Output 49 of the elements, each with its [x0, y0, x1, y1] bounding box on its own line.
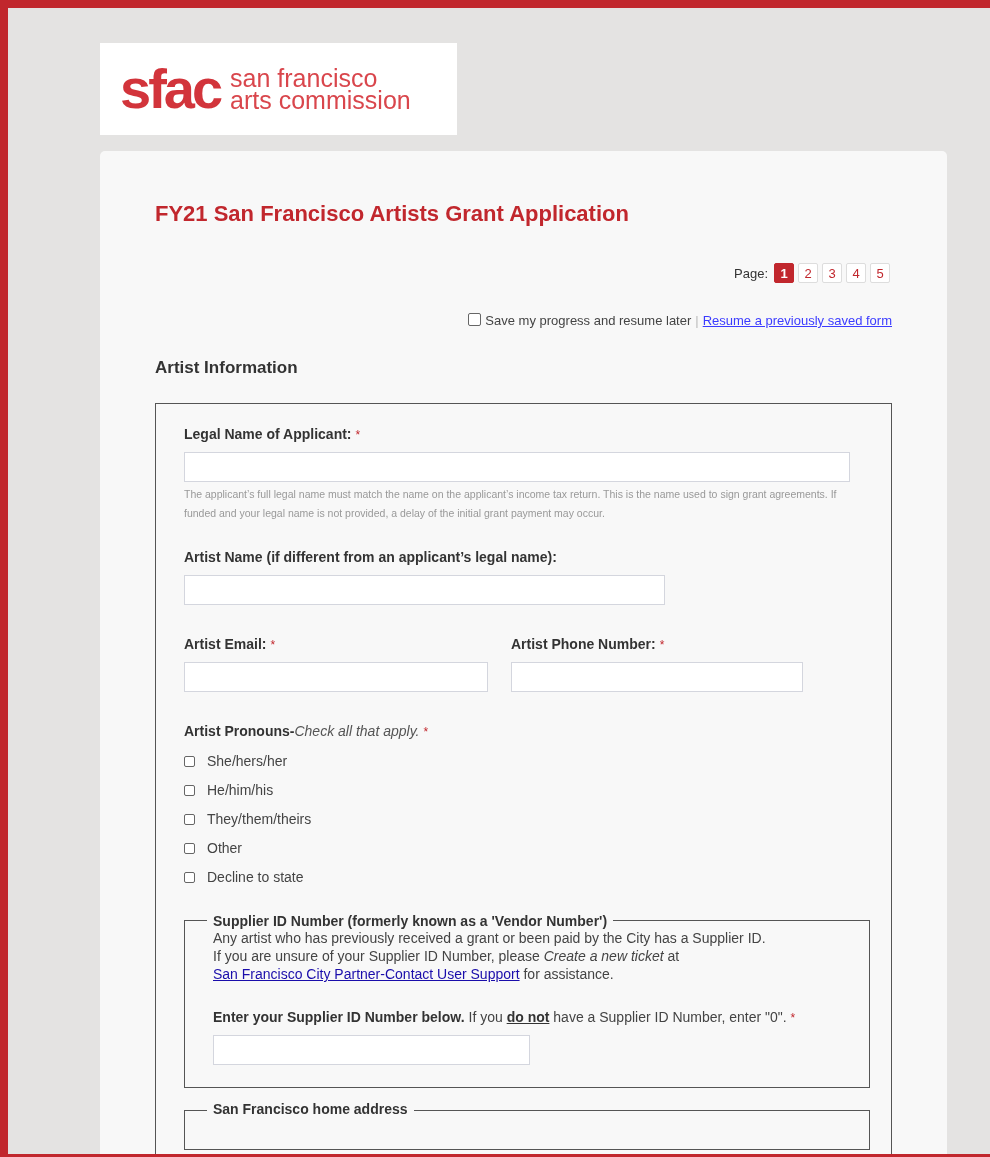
required-mark: * — [790, 1011, 796, 1025]
option-label: Decline to state — [207, 869, 304, 885]
input-field[interactable] — [184, 662, 488, 692]
option-label: She/hers/her — [207, 753, 288, 769]
option-label: He/him/his — [207, 782, 274, 798]
page-link[interactable]: 5 — [870, 263, 890, 283]
fieldset-legend: Supplier ID Number (formerly known as a 'Vendor Number') — [207, 913, 614, 929]
input-field[interactable] — [511, 662, 803, 692]
required-mark: * — [355, 428, 361, 442]
checkbox[interactable] — [184, 871, 195, 883]
page-link[interactable]: 2 — [798, 263, 818, 283]
page-link[interactable]: 3 — [822, 263, 842, 283]
field-label: Artist Name (if different from an applicant’s legal name): — [184, 549, 557, 565]
supplier-text: Any artist who has previously received a grant or been paid by the City has a Supplier ID. — [213, 929, 767, 947]
logo-text: arts commission — [230, 89, 411, 112]
input-field[interactable] — [184, 575, 665, 605]
separator-text: | — [695, 313, 699, 328]
option-label: They/them/theirs — [207, 811, 312, 827]
field-note: If you do not have a Supplier ID Number, enter "0". — [468, 1009, 787, 1025]
logo-mark: sfac — [120, 61, 221, 117]
checkbox[interactable] — [184, 784, 195, 796]
supplier-text: If you are unsure of your Supplier ID Number, please Create a new ticket at San Francisco City Partner-Contact User Support for assistance. — [213, 947, 681, 983]
hint-text: Check all that apply. — [294, 723, 420, 739]
required-mark: * — [659, 638, 665, 652]
fieldset-legend: San Francisco home address — [207, 1101, 414, 1117]
field-label: Legal Name of Applicant: — [184, 426, 352, 442]
input-field[interactable] — [213, 1035, 530, 1065]
input-field[interactable] — [184, 452, 850, 482]
checkbox[interactable] — [184, 755, 195, 767]
logo-text: san francisco — [230, 66, 378, 89]
checkbox[interactable] — [184, 842, 195, 854]
field-label: Artist Phone Number: — [511, 636, 656, 652]
help-text: The applicant’s full legal name must match the name on the applicant’s income tax return. This is the name used to sign grant agreements. If funded and your legal name is not provided, a delay of the initial grant payment may occur. — [184, 487, 838, 521]
field-label: Artist Email: — [184, 636, 267, 652]
required-mark: * — [270, 638, 276, 652]
field-label: Enter your Supplier ID Number below. — [213, 1009, 465, 1025]
page-link[interactable]: 1 — [774, 263, 794, 283]
option-label: Other — [207, 840, 242, 856]
checkbox[interactable] — [468, 313, 482, 326]
form-title: FY21 San Francisco Artists Grant Application — [155, 201, 630, 227]
support-link[interactable]: San Francisco City Partner-Contact User Support — [213, 966, 520, 982]
checkbox[interactable] — [184, 813, 195, 825]
required-mark: * — [423, 725, 429, 739]
page-link[interactable]: 4 — [846, 263, 866, 283]
section-title: Artist Information — [155, 358, 299, 378]
save-label: Save my progress and resume later — [485, 313, 692, 328]
pager-label: Page: — [734, 265, 768, 281]
resume-link[interactable]: Resume a previously saved form — [702, 313, 892, 328]
field-label: Artist Pronouns- — [184, 723, 295, 739]
